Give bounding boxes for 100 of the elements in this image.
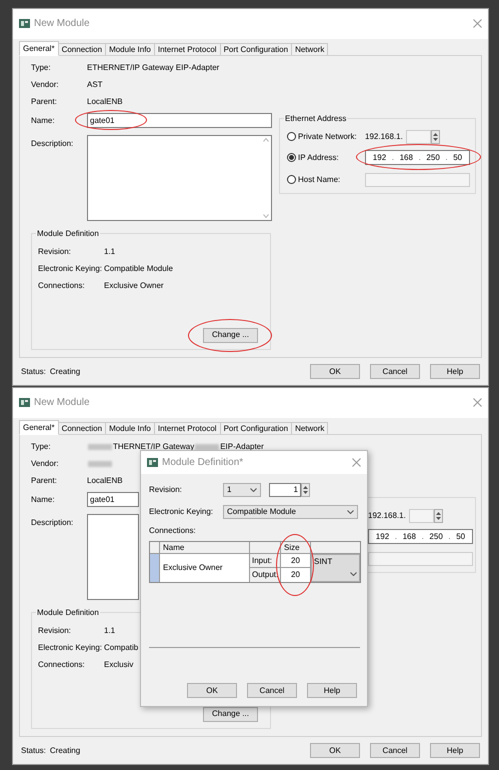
octet-value: 50: [453, 152, 462, 164]
field-value: 192.168.1.: [368, 510, 406, 522]
tab[interactable]: Network: [291, 422, 328, 435]
window-title: Module Definition*: [162, 456, 244, 470]
data-type-dropdown[interactable]: SINT: [311, 554, 360, 582]
radio-label: Host Name:: [298, 174, 340, 186]
octet-value: 168: [402, 530, 416, 543]
field-value: EIP-Adapter: [220, 441, 264, 454]
octet-separator: .: [422, 530, 424, 543]
field-label: Connections:: [149, 525, 197, 537]
octet-value: 168: [400, 152, 413, 164]
private-network-field[interactable]: [408, 508, 434, 523]
private-network-field[interactable]: [406, 130, 431, 144]
module-icon: [19, 398, 30, 408]
radio-button[interactable]: [287, 153, 296, 162]
field-value: 1.1: [104, 246, 116, 258]
module-icon: [19, 19, 30, 28]
status-value: Creating: [50, 744, 80, 757]
field-value: LocalENB: [87, 96, 123, 108]
radio-label: IP Address:: [298, 152, 339, 164]
close-icon[interactable]: [352, 458, 361, 467]
field-value: Compatible Module: [104, 263, 173, 276]
dialog-button[interactable]: Cancel: [370, 743, 420, 758]
dialog-button[interactable]: Change ...: [203, 328, 258, 343]
window-title: New Module: [34, 17, 90, 32]
revision-minor-field[interactable]: 1: [269, 483, 301, 497]
field-label: Connections:: [38, 280, 86, 292]
field-value: ETHERNET/IP Gateway EIP-Adapter: [87, 62, 220, 74]
description-field[interactable]: [87, 514, 139, 600]
dialog-button[interactable]: Cancel: [370, 364, 420, 380]
close-icon[interactable]: [473, 398, 482, 408]
field-label: Name:: [31, 114, 56, 127]
field-label: Connections:: [38, 659, 86, 672]
scroll-down-icon[interactable]: [263, 214, 269, 218]
octet-separator: .: [394, 530, 397, 543]
octet-separator: .: [418, 152, 421, 164]
chevron-down-icon: [250, 488, 257, 492]
spin-buttons[interactable]: [430, 130, 440, 144]
field-label: Parent:: [31, 96, 58, 108]
field-label: Type:: [31, 62, 52, 74]
status-value: Creating: [50, 366, 80, 378]
field-label: Revision:: [149, 484, 183, 496]
spin-buttons[interactable]: [301, 483, 310, 497]
octet-separator: .: [392, 152, 394, 164]
dialog-button[interactable]: Change ...: [203, 706, 258, 722]
row-indicator[interactable]: [150, 554, 160, 582]
tab[interactable]: Port Configuration: [220, 422, 292, 435]
field-label: Electronic Keying:: [38, 263, 104, 276]
octet-value: 192: [372, 152, 386, 164]
description-field[interactable]: [87, 134, 272, 221]
field-label: Type:: [31, 441, 52, 454]
dialog-button[interactable]: Help: [430, 364, 480, 380]
field-label: Parent:: [31, 475, 58, 488]
dialog-button[interactable]: Help: [430, 743, 480, 758]
host-name-field[interactable]: [368, 552, 473, 566]
ip-address-field[interactable]: 192 . 168 . 250 . 50: [365, 150, 470, 166]
octet-value: 250: [429, 530, 443, 543]
field-label: Vendor:: [31, 458, 60, 470]
dialog-button[interactable]: Cancel: [247, 683, 297, 698]
field-label: Description:: [31, 516, 74, 529]
radio-button[interactable]: [287, 175, 296, 184]
field-value: Compatib: [104, 642, 138, 654]
field-label: Revision:: [38, 246, 72, 258]
revision-dropdown[interactable]: 1: [223, 483, 261, 497]
tab[interactable]: General*: [19, 420, 59, 435]
field-label: Name:: [31, 494, 56, 506]
table-cell: 20: [281, 568, 311, 582]
field-label: Revision:: [38, 625, 72, 638]
octet-separator: .: [448, 530, 451, 543]
dialog-button[interactable]: OK: [187, 683, 237, 698]
octet-value: 50: [456, 530, 466, 543]
field-label: Description:: [31, 138, 74, 150]
keying-dropdown[interactable]: Compatible Module: [223, 505, 358, 519]
dialog-button[interactable]: OK: [310, 364, 360, 380]
octet-value: 192: [376, 530, 390, 543]
ip-address-field[interactable]: 192 . 168 . 250 . 50: [368, 529, 473, 544]
octet-value: 250: [426, 152, 440, 164]
tab[interactable]: Network: [291, 42, 328, 56]
name-field[interactable]: gate01: [87, 113, 272, 128]
table-cell: 20: [281, 554, 311, 568]
blurred-patch: [88, 461, 112, 468]
field-value: THERNET/IP Gateway: [113, 441, 194, 454]
window-title: New Module: [34, 396, 90, 410]
tab[interactable]: General*: [19, 40, 59, 56]
spin-buttons[interactable]: [434, 508, 443, 523]
name-field[interactable]: gate01: [87, 492, 139, 508]
host-name-field[interactable]: [365, 172, 470, 187]
scroll-up-icon[interactable]: [263, 138, 269, 142]
field-value: Exclusiv: [104, 659, 134, 672]
radio-button[interactable]: [287, 132, 296, 142]
dialog-button[interactable]: Help: [307, 683, 357, 698]
table-cell: Exclusive Owner: [160, 554, 250, 582]
status-label: Status:: [21, 366, 46, 378]
dialog-button[interactable]: OK: [310, 743, 360, 758]
blurred-patch: [88, 444, 112, 450]
close-icon[interactable]: [473, 19, 482, 28]
tab[interactable]: Port Configuration: [220, 42, 292, 56]
field-label: Vendor:: [31, 79, 60, 92]
radio-label: Private Network:: [298, 130, 357, 143]
field-label: Electronic Keying:: [38, 642, 104, 654]
